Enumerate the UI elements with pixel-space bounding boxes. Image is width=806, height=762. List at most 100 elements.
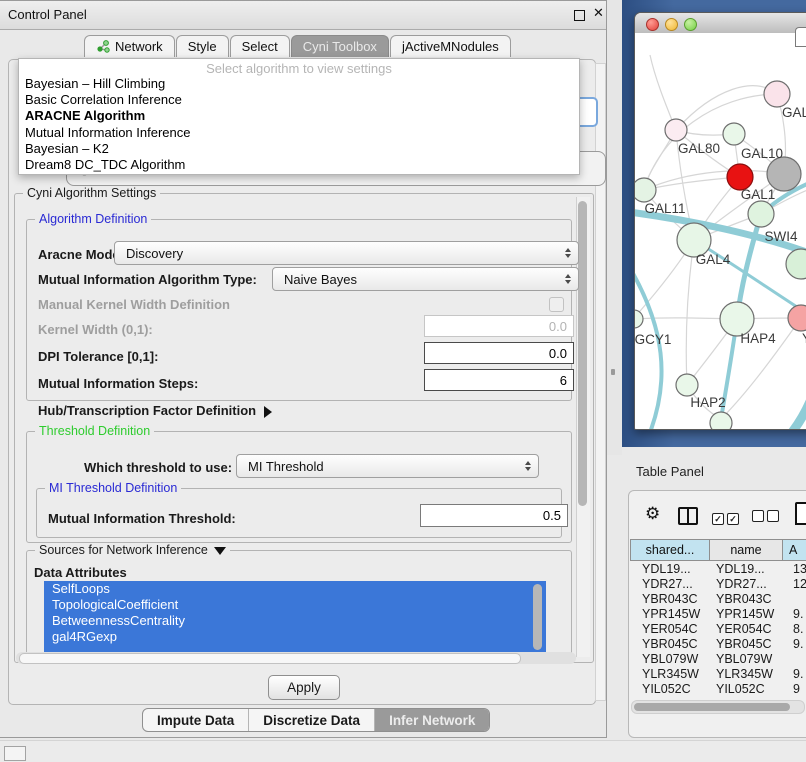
- label-gal10: GAL10: [741, 146, 783, 161]
- node-pink-top[interactable]: [764, 81, 790, 107]
- label-gal80: GAL80: [678, 141, 720, 156]
- network-canvas[interactable]: GAL GAL80 GAL10 GAL1 GAL11 SWI4 GAL4 GCY…: [635, 33, 806, 429]
- network-window-titlebar[interactable]: [635, 13, 806, 34]
- column-header-label: A: [789, 543, 797, 557]
- mac-close-icon[interactable]: [646, 18, 659, 31]
- sources-group-title[interactable]: Sources for Network Inference: [35, 543, 230, 557]
- table-row[interactable]: YBR045CYBR045C9.: [628, 637, 806, 652]
- attribute-item-selected[interactable]: SelfLoops: [44, 581, 546, 597]
- node-green-bottom[interactable]: [710, 412, 732, 429]
- mi-steps-field[interactable]: 6: [424, 369, 574, 391]
- tab-select[interactable]: Select: [230, 35, 290, 57]
- manual-kernel-label: Manual Kernel Width Definition: [38, 297, 230, 312]
- table-row[interactable]: YDR27...YDR27...12: [628, 577, 806, 592]
- column-header-shared-name[interactable]: shared...: [630, 539, 710, 561]
- tab-jactivemnodules[interactable]: jActiveMNodules: [390, 35, 511, 57]
- table-row[interactable]: YPR145WYPR145W9.: [628, 607, 806, 622]
- table-hscrollbar-thumb[interactable]: [634, 703, 790, 711]
- dropdown-item[interactable]: Bayesian – K2: [19, 141, 579, 157]
- tab-impute-data[interactable]: Impute Data: [143, 709, 248, 731]
- network-icon: [96, 40, 110, 53]
- tab-network-label: Network: [115, 39, 163, 54]
- node-gray[interactable]: [767, 157, 801, 191]
- tab-cyni-toolbox-label: Cyni Toolbox: [303, 39, 377, 54]
- dropdown-prompt: Select algorithm to view settings: [19, 61, 579, 76]
- which-threshold-label: Which threshold to use:: [84, 460, 232, 475]
- node-salmon[interactable]: [788, 305, 806, 331]
- columns-icon[interactable]: [678, 507, 698, 525]
- settings-hscrollbar-thumb[interactable]: [19, 653, 521, 664]
- column-header-name[interactable]: name: [710, 539, 783, 561]
- status-strip: [0, 740, 806, 762]
- table-panel-title: Table Panel: [636, 464, 704, 479]
- mi-type-combo[interactable]: Naive Bayes: [272, 267, 579, 291]
- node-gcy1[interactable]: [635, 310, 643, 328]
- node-gal80[interactable]: [665, 119, 687, 141]
- tab-style-label: Style: [188, 39, 217, 54]
- attribute-item-selected[interactable]: TopologicalCoefficient: [44, 597, 546, 613]
- mac-zoom-icon[interactable]: [684, 18, 697, 31]
- settings-hscrollbar-track[interactable]: [16, 652, 576, 664]
- table-hscrollbar-track[interactable]: [631, 700, 805, 714]
- mi-threshold-field[interactable]: 0.5: [420, 504, 568, 527]
- tab-style[interactable]: Style: [176, 35, 229, 57]
- table-row[interactable]: YIL052CYIL052C9: [628, 682, 806, 697]
- column-header-cut[interactable]: A: [783, 539, 806, 561]
- table-row[interactable]: YER054CYER054C8.: [628, 622, 806, 637]
- manual-kernel-checkbox[interactable]: [549, 297, 564, 312]
- close-icon[interactable]: ✕: [593, 6, 604, 21]
- node-gal11[interactable]: [635, 178, 656, 202]
- panel-divider[interactable]: [607, 0, 622, 455]
- tab-network[interactable]: Network: [84, 35, 175, 57]
- tab-infer-network[interactable]: Infer Network: [374, 709, 489, 731]
- node-hap2[interactable]: [676, 374, 698, 396]
- tab-jactivemnodules-label: jActiveMNodules: [402, 39, 499, 54]
- aracne-mode-combo[interactable]: Discovery: [114, 241, 579, 265]
- unchecked-boxes-icon[interactable]: [752, 509, 782, 527]
- dpi-tolerance-field[interactable]: 0.0: [424, 342, 574, 364]
- tab-discretize-data-label: Discretize Data: [263, 713, 360, 728]
- attribute-list-scrollbar-thumb[interactable]: [533, 584, 542, 650]
- data-attributes-label: Data Attributes: [34, 565, 127, 580]
- tab-discretize-data[interactable]: Discretize Data: [248, 709, 374, 731]
- tab-infer-network-label: Infer Network: [389, 713, 475, 728]
- hub-definition-label: Hub/Transcription Factor Definition: [38, 403, 256, 418]
- settings-scrollbar-thumb[interactable]: [578, 201, 587, 506]
- spinner-arrows-icon: [565, 248, 571, 258]
- mac-minimize-icon[interactable]: [665, 18, 678, 31]
- dropdown-item-highlighted[interactable]: ARACNE Algorithm: [19, 108, 579, 124]
- label-gal11: GAL11: [644, 201, 685, 216]
- dropdown-item[interactable]: Basic Correlation Inference: [19, 92, 579, 108]
- attribute-item-selected[interactable]: gal4RGexp: [44, 629, 546, 645]
- label-swi4: SWI4: [764, 229, 797, 244]
- column-header-label: shared...: [646, 543, 695, 557]
- node-green-right[interactable]: [786, 249, 806, 279]
- table-row[interactable]: YBR043CYBR043C: [628, 592, 806, 607]
- dropdown-item[interactable]: Mutual Information Inference: [19, 125, 579, 141]
- gear-icon[interactable]: ⚙: [645, 504, 660, 524]
- kernel-width-label: Kernel Width (0,1):: [38, 322, 153, 337]
- table-row[interactable]: YBL079WYBL079W: [628, 652, 806, 667]
- tab-cyni-toolbox[interactable]: Cyni Toolbox: [291, 35, 389, 57]
- label-gal4: GAL4: [696, 252, 731, 267]
- attribute-item-selected[interactable]: BetweennessCentrality: [44, 613, 546, 629]
- label-hap2: HAP2: [690, 395, 725, 410]
- dropdown-item[interactable]: Dream8 DC_TDC Algorithm: [19, 157, 579, 173]
- table-row[interactable]: YDL19...YDL19...13: [628, 562, 806, 577]
- apply-button[interactable]: Apply: [268, 675, 340, 700]
- expander-right-icon: [264, 406, 272, 418]
- divider-drag-handle[interactable]: [611, 369, 615, 375]
- node-swi4[interactable]: [748, 201, 774, 227]
- minimized-panel-icon[interactable]: [4, 746, 26, 761]
- algorithm-dropdown-popup: Select algorithm to view settings Bayesi…: [18, 58, 580, 175]
- mi-steps-value: 6: [560, 373, 567, 388]
- float-window-icon[interactable]: [574, 10, 585, 21]
- kernel-width-field[interactable]: 0.0: [424, 315, 574, 337]
- table-row[interactable]: YLR345WYLR345W9.: [628, 667, 806, 682]
- checked-boxes-icon[interactable]: ✓✓: [712, 509, 742, 527]
- dropdown-item[interactable]: Bayesian – Hill Climbing: [19, 76, 579, 92]
- document-icon[interactable]: [795, 502, 806, 525]
- node-gal10[interactable]: [723, 123, 745, 145]
- hub-definition-expander[interactable]: Hub/Transcription Factor Definition: [38, 403, 272, 418]
- which-threshold-combo[interactable]: MI Threshold: [236, 454, 539, 478]
